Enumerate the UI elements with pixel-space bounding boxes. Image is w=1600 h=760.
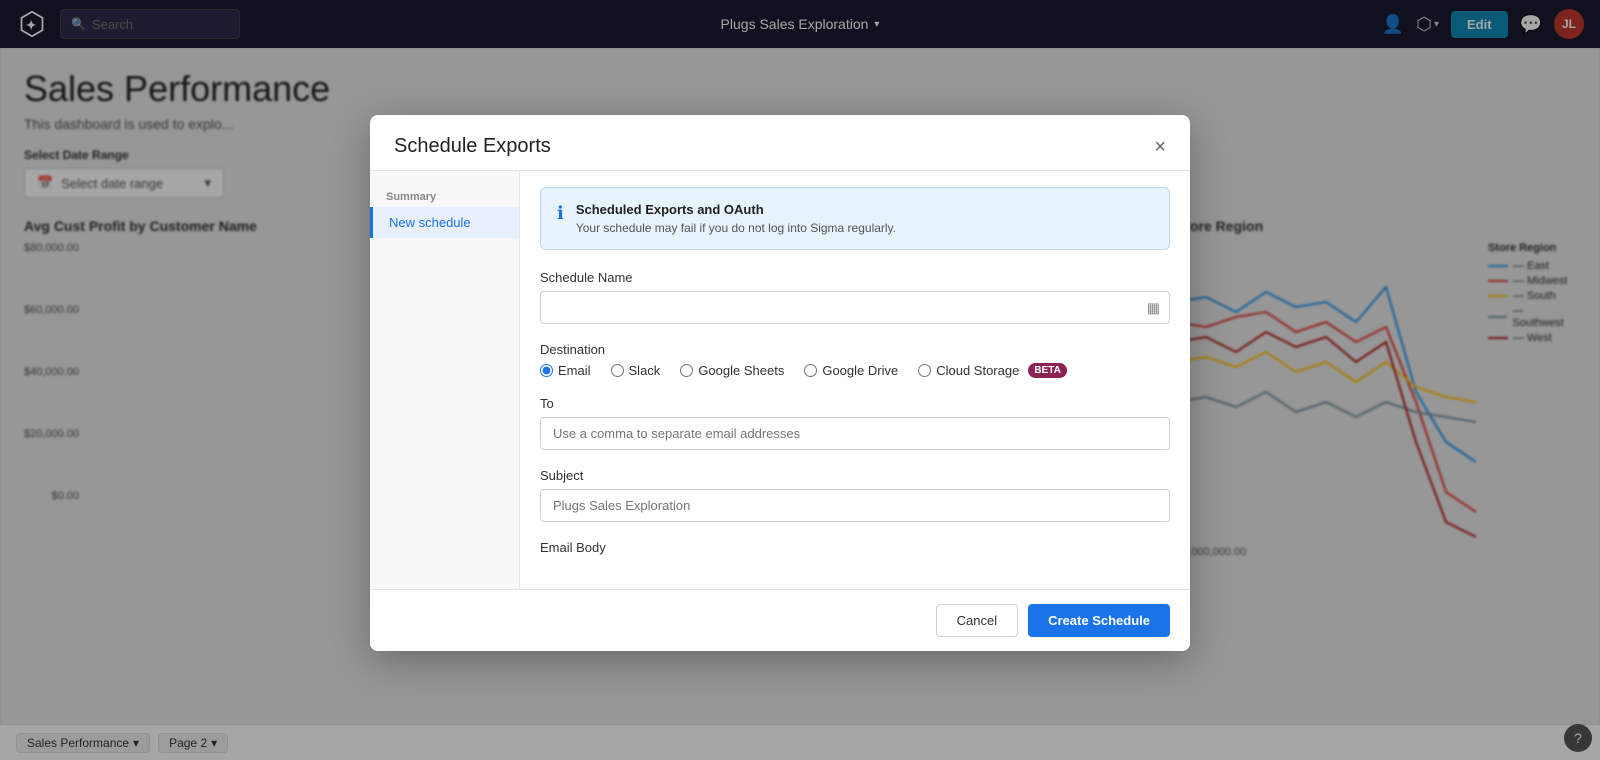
modal-title: Schedule Exports	[394, 135, 551, 158]
google-drive-radio[interactable]	[804, 364, 817, 377]
modal-body: Summary New schedule ℹ Scheduled Exports…	[370, 171, 1190, 589]
schedule-exports-modal: Schedule Exports × Summary New schedule …	[370, 115, 1190, 651]
destination-options: Email Slack Google Sheets Google Dr	[540, 363, 1170, 378]
info-icon: ℹ	[557, 203, 564, 224]
cloud-storage-label: Cloud Storage	[936, 363, 1019, 378]
modal-sidebar: Summary New schedule	[370, 171, 520, 589]
destination-group: Destination Email Slack Google Sheets	[540, 342, 1170, 378]
email-label: Email	[558, 363, 591, 378]
google-sheets-radio[interactable]	[680, 364, 693, 377]
destination-label: Destination	[540, 342, 1170, 357]
modal-footer: Cancel Create Schedule	[370, 589, 1190, 651]
subject-label: Subject	[540, 468, 1170, 483]
modal-main-content: ℹ Scheduled Exports and OAuth Your sched…	[520, 171, 1190, 589]
email-radio[interactable]	[540, 364, 553, 377]
to-input[interactable]	[540, 417, 1170, 450]
google-sheets-label: Google Sheets	[698, 363, 784, 378]
sidebar-item-new-schedule[interactable]: New schedule	[370, 207, 519, 238]
to-group: To	[540, 396, 1170, 450]
slack-label: Slack	[629, 363, 661, 378]
info-box: ℹ Scheduled Exports and OAuth Your sched…	[540, 187, 1170, 250]
sidebar-section-label: Summary	[370, 183, 519, 207]
schedule-name-input-wrap: ▦	[540, 291, 1170, 324]
destination-email[interactable]: Email	[540, 363, 591, 378]
email-body-group: Email Body	[540, 540, 1170, 555]
cancel-button[interactable]: Cancel	[936, 604, 1018, 637]
destination-slack[interactable]: Slack	[611, 363, 661, 378]
info-title: Scheduled Exports and OAuth	[576, 202, 896, 217]
info-text: Scheduled Exports and OAuth Your schedul…	[576, 202, 896, 235]
modal-header: Schedule Exports ×	[370, 115, 1190, 171]
info-body: Your schedule may fail if you do not log…	[576, 221, 896, 235]
google-drive-label: Google Drive	[822, 363, 898, 378]
beta-badge: BETA	[1028, 363, 1066, 378]
schedule-name-input[interactable]	[540, 291, 1170, 324]
to-label: To	[540, 396, 1170, 411]
subject-group: Subject	[540, 468, 1170, 522]
schedule-name-label: Schedule Name	[540, 270, 1170, 285]
destination-google-sheets[interactable]: Google Sheets	[680, 363, 784, 378]
create-schedule-button[interactable]: Create Schedule	[1028, 604, 1170, 637]
calendar-icon: ▦	[1147, 299, 1160, 316]
destination-cloud-storage[interactable]: Cloud Storage BETA	[918, 363, 1067, 378]
close-button[interactable]: ×	[1154, 137, 1166, 157]
cloud-storage-radio[interactable]	[918, 364, 931, 377]
slack-radio[interactable]	[611, 364, 624, 377]
schedule-name-group: Schedule Name ▦	[540, 270, 1170, 324]
modal-overlay: Schedule Exports × Summary New schedule …	[0, 0, 1600, 760]
subject-input[interactable]	[540, 489, 1170, 522]
email-body-label: Email Body	[540, 540, 1170, 555]
destination-google-drive[interactable]: Google Drive	[804, 363, 898, 378]
